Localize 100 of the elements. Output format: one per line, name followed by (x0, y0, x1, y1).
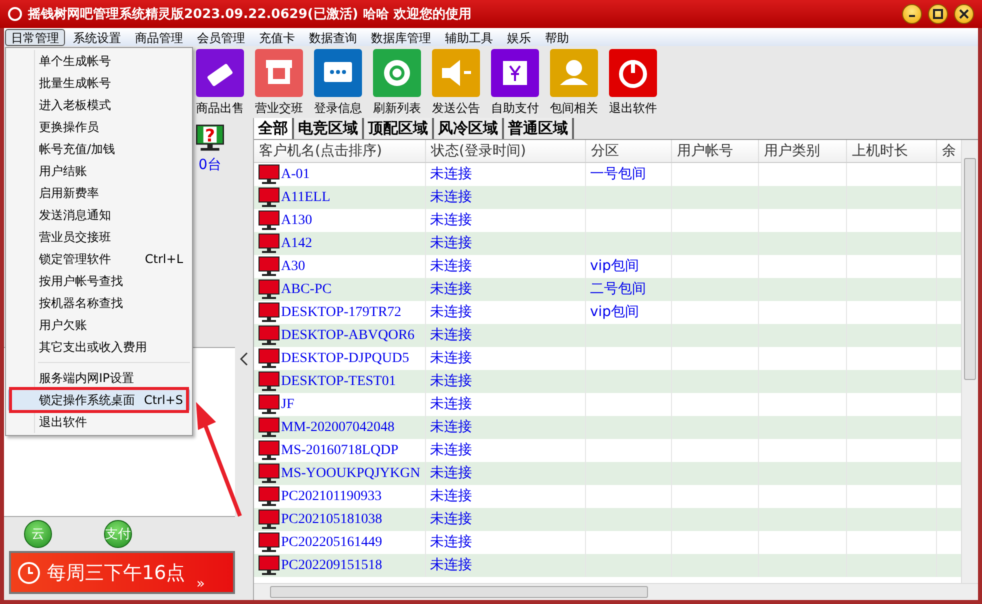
machine-name: DESKTOP-TEST01 (281, 373, 396, 391)
area-tab[interactable]: 顶配区域 (364, 118, 434, 139)
status-cell-text: 未连接 (430, 372, 472, 391)
area-tab[interactable]: 风冷区域 (434, 118, 504, 139)
close-icon (959, 9, 969, 19)
menu-item[interactable]: 辅助工具 (439, 28, 499, 46)
machine-name: MS-YOOUKPQJYKGN (281, 465, 420, 483)
dropdown-item[interactable]: 进入老板模式 (8, 94, 190, 116)
toolbar-button[interactable]: 发送公告 (432, 49, 480, 117)
collapse-icon[interactable] (240, 352, 248, 366)
status-cell-text: 未连接 (430, 303, 472, 322)
maximize-button[interactable] (928, 4, 948, 24)
status-cell-text: 未连接 (430, 326, 472, 345)
toolbar-button[interactable]: 退出软件 (609, 49, 657, 117)
dropdown-item[interactable]: 用户结账 (8, 160, 190, 182)
dropdown-item[interactable]: 更换操作员 (8, 116, 190, 138)
column-header[interactable]: 状态(登录时间) (426, 140, 586, 162)
machine-name: DESKTOP-179TR72 (281, 304, 402, 322)
machine-name: DESKTOP-ABVQOR6 (281, 327, 415, 345)
toolbar-button[interactable]: 刷新列表 (373, 49, 421, 117)
dropdown-item[interactable]: 服务端内网IP设置 (8, 367, 190, 389)
toolbar-button[interactable]: 自助支付 (491, 49, 539, 117)
toolbar-button[interactable]: 包间相关 (550, 49, 598, 117)
column-header[interactable]: 上机时长 (847, 140, 937, 162)
column-header[interactable]: 用户帐号 (672, 140, 759, 162)
status-cell-text: 未连接 (430, 234, 472, 253)
close-button[interactable] (954, 4, 974, 24)
status-cell-text: 未连接 (430, 441, 472, 460)
monitor-icon (258, 417, 280, 438)
status-cell-text: 未连接 (430, 533, 472, 552)
status-cell-text: 未连接 (430, 211, 472, 230)
area-tab[interactable]: 全部 (254, 118, 294, 139)
monitor-icon (258, 210, 280, 231)
zone-cell-text: vip包间 (590, 257, 640, 276)
machine-name: MM-202007042048 (281, 419, 395, 437)
machine-name: A130 (281, 212, 312, 230)
status-cell-text: 未连接 (430, 165, 472, 184)
menu-item[interactable]: 数据查询 (303, 28, 363, 46)
machine-name: ABC-PC (281, 281, 332, 299)
status-cell-text: 未连接 (430, 280, 472, 299)
menu-item[interactable]: 帮助 (539, 28, 575, 46)
dropdown-item[interactable]: 营业员交接班 (8, 226, 190, 248)
machine-name: A11ELL (281, 189, 330, 207)
toolbar-button[interactable]: 登录信息 (314, 49, 362, 117)
menu-item[interactable]: 数据库管理 (365, 28, 437, 46)
area-tab[interactable]: 普通区域 (504, 118, 574, 139)
dropdown-item[interactable]: 单个生成帐号 (8, 50, 190, 72)
monitor-icon (258, 256, 280, 277)
toolbar-button[interactable]: 营业交班 (255, 49, 303, 117)
status-cell-text: 未连接 (430, 349, 472, 368)
banner-more: » (196, 576, 205, 592)
dropdown-item[interactable]: 其它支出或收入费用 (8, 336, 190, 358)
minimize-button[interactable] (902, 4, 922, 24)
status-cell-text: 未连接 (430, 418, 472, 437)
menu-item[interactable]: 日常管理 (5, 28, 65, 46)
dropdown-item[interactable]: 批量生成帐号 (8, 72, 190, 94)
machine-name: MS-20160718LQDP (281, 442, 398, 460)
status-cell-text: 未连接 (430, 556, 472, 575)
menu-item[interactable]: 会员管理 (191, 28, 251, 46)
machine-name: A30 (281, 258, 306, 276)
dropdown-item[interactable]: 用户欠账 (8, 314, 190, 336)
column-header[interactable]: 分区 (586, 140, 672, 162)
column-header[interactable]: 用户类别 (759, 140, 847, 162)
monitor-icon (258, 325, 280, 346)
area-tab[interactable]: 电竞区域 (294, 118, 364, 139)
monitor-icon (258, 486, 280, 507)
monitor-icon (258, 233, 280, 254)
machine-name: PC202205161449 (281, 534, 382, 552)
dropdown-item[interactable]: 发送消息通知 (8, 204, 190, 226)
menu-item[interactable]: 充值卡 (253, 28, 301, 46)
dropdown-item[interactable]: 帐号充值/加钱 (8, 138, 190, 160)
monitor-icon (258, 555, 280, 576)
dropdown-item[interactable]: 退出软件 (8, 411, 190, 433)
menu-item[interactable]: 商品管理 (129, 28, 189, 46)
status-cell-text: 未连接 (430, 257, 472, 276)
menu-item[interactable]: 娱乐 (501, 28, 537, 46)
status-cell-text: 未连接 (430, 188, 472, 207)
monitor-icon (258, 302, 280, 323)
machine-name: PC202101190933 (281, 488, 382, 506)
status-cell-text: 未连接 (430, 510, 472, 529)
monitor-icon (258, 463, 280, 484)
clock-icon (17, 560, 41, 584)
toolbar-button[interactable]: 商品出售 (196, 49, 244, 117)
dropdown-item[interactable]: 锁定管理软件 Ctrl+L (8, 248, 190, 270)
online-count: 0台 (198, 156, 222, 174)
vertical-scrollbar[interactable] (961, 140, 978, 583)
dropdown-item[interactable]: 按用户帐号查找 (8, 270, 190, 292)
horizontal-scrollbar[interactable] (254, 583, 978, 600)
monitor-icon (258, 279, 280, 300)
promo-banner[interactable]: 每周三下午16点 » (9, 551, 235, 594)
column-header[interactable]: 客户机名(点击排序) (254, 140, 426, 162)
banner-text: 每周三下午16点 (47, 560, 186, 586)
menu-item[interactable]: 系统设置 (67, 28, 127, 46)
dropdown-item[interactable]: 按机器名称查找 (8, 292, 190, 314)
machine-name: PC202105181038 (281, 511, 382, 529)
machine-name: PC202209151518 (281, 557, 382, 575)
status-cell-text: 未连接 (430, 395, 472, 414)
machine-name: A-01 (281, 166, 310, 184)
zone-cell-text: 二号包间 (590, 280, 646, 299)
dropdown-item[interactable]: 启用新费率 (8, 182, 190, 204)
